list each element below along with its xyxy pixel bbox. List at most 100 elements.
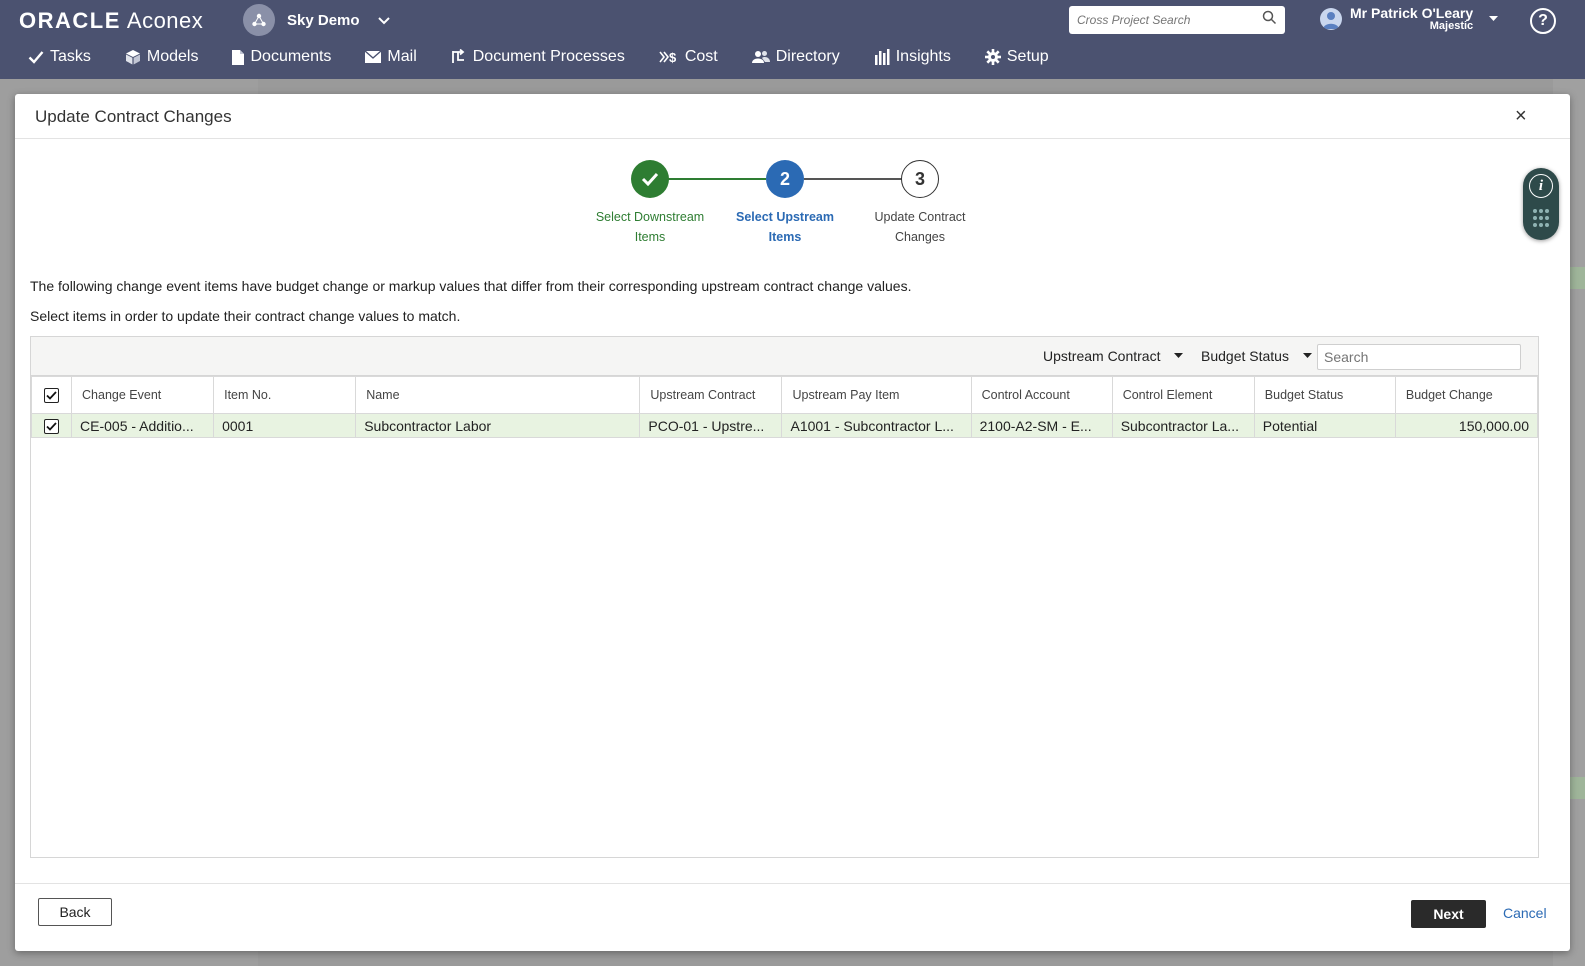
step-label-line: Items	[634, 230, 666, 244]
column-header-change-event[interactable]: Change Event	[71, 376, 215, 414]
oracle-aconex-logo[interactable]: ORACLE Aconex	[19, 8, 203, 34]
user-name-block: Mr Patrick O'Leary Majestic	[1350, 6, 1473, 32]
nav-models[interactable]: Models	[125, 48, 198, 66]
chevron-down-icon	[377, 12, 390, 28]
step-label: Select Downstream Items	[590, 207, 710, 247]
help-icon[interactable]: ?	[1530, 8, 1556, 34]
nav-directory[interactable]: Directory	[751, 48, 840, 66]
column-header-upstream-pay-item[interactable]: Upstream Pay Item	[781, 376, 972, 414]
step-label: Update Contract Changes	[860, 207, 980, 247]
project-icon	[243, 4, 275, 36]
cost-icon: $	[659, 50, 679, 64]
cell-control-element: Subcontractor La...	[1111, 413, 1255, 438]
nav-insights[interactable]: Insights	[874, 48, 951, 66]
step-update-contract-changes: 3 Update Contract Changes	[860, 160, 980, 247]
cross-project-search-input[interactable]	[1077, 13, 1253, 27]
filter-upstream-contract[interactable]: Upstream Contract	[1043, 348, 1184, 364]
cell-upstream-contract: PCO-01 - Upstre...	[639, 413, 783, 438]
column-header-item-no[interactable]: Item No.	[213, 376, 357, 414]
step-label-line: Select Upstream	[736, 210, 834, 224]
nav-label: Setup	[1006, 48, 1049, 65]
document-icon	[232, 49, 245, 65]
cell-control-account: 2100-A2-SM - E...	[970, 413, 1113, 438]
svg-text:$: $	[669, 50, 677, 64]
cell-change-event: CE-005 - Additio...	[71, 413, 215, 438]
workflow-icon	[451, 49, 467, 65]
step-select-upstream-items: 2 Select Upstream Items	[725, 160, 845, 247]
cell-name: Subcontractor Labor	[355, 413, 641, 438]
brand-aconex: Aconex	[126, 8, 204, 33]
nav-document-processes[interactable]: Document Processes	[451, 48, 625, 66]
nav-mail[interactable]: Mail	[365, 48, 417, 66]
column-header-control-account[interactable]: Control Account	[970, 376, 1113, 414]
update-contract-changes-dialog: Update Contract Changes × Select Downstr…	[15, 94, 1570, 951]
column-header-budget-change[interactable]: Budget Change	[1394, 376, 1539, 414]
wizard-stepper: Select Downstream Items 2 Select Upstrea…	[590, 160, 990, 250]
step-label-line: Update Contract	[874, 210, 966, 224]
check-icon	[28, 50, 44, 64]
filter-label: Budget Status	[1201, 348, 1289, 364]
nav-setup[interactable]: Setup	[984, 48, 1049, 66]
dialog-footer-divider	[15, 883, 1570, 884]
cell-budget-status: Potential	[1253, 413, 1396, 438]
caret-down-icon	[1302, 351, 1312, 362]
cell-item-no: 0001	[213, 413, 357, 438]
user-menu[interactable]: Mr Patrick O'Leary Majestic	[1320, 6, 1499, 32]
nav-tasks[interactable]: Tasks	[28, 48, 91, 66]
nav-label: Tasks	[50, 48, 91, 65]
column-header-upstream-contract[interactable]: Upstream Contract	[639, 376, 783, 414]
nav-documents[interactable]: Documents	[232, 48, 331, 66]
info-icon[interactable]: i	[1529, 174, 1553, 198]
dialog-description: The following change event items have bu…	[30, 278, 912, 294]
dialog-instruction: Select items in order to update their co…	[30, 308, 461, 324]
table-row[interactable]: CE-005 - Additio... 0001 Subcontractor L…	[30, 413, 1539, 438]
search-icon[interactable]	[1262, 10, 1277, 30]
step-label: Select Upstream Items	[725, 207, 845, 247]
brand-oracle: ORACLE	[19, 8, 121, 33]
nav-label: Directory	[775, 48, 840, 65]
row-select-cell	[30, 413, 73, 438]
next-button[interactable]: Next	[1411, 900, 1486, 928]
dialog-header: Update Contract Changes ×	[15, 94, 1570, 139]
avatar	[1320, 8, 1342, 31]
info-widget[interactable]: i	[1523, 168, 1559, 240]
nav-label: Cost	[684, 48, 718, 65]
gear-icon	[984, 49, 1001, 65]
row-checkbox[interactable]	[44, 418, 59, 434]
column-header-name[interactable]: Name	[355, 376, 641, 414]
step-number: 2	[766, 160, 804, 198]
nav-label: Document Processes	[472, 48, 625, 65]
people-icon	[751, 50, 770, 64]
items-table: Change Event Item No. Name Upstream Cont…	[30, 376, 1539, 438]
filter-budget-status[interactable]: Budget Status	[1201, 348, 1312, 364]
caret-down-icon	[1174, 351, 1184, 362]
column-header-budget-status[interactable]: Budget Status	[1253, 376, 1396, 414]
caret-down-icon	[1489, 13, 1499, 25]
items-grid: Upstream Contract Budget Status Cha	[30, 336, 1539, 858]
cell-upstream-pay-item: A1001 - Subcontractor L...	[781, 413, 972, 438]
step-select-downstream-items[interactable]: Select Downstream Items	[590, 160, 710, 247]
step-complete-check-icon	[631, 160, 669, 198]
step-label-line: Items	[768, 230, 802, 244]
user-organization: Majestic	[1429, 19, 1474, 32]
dialog-title: Update Contract Changes	[35, 107, 232, 126]
grid-search	[1317, 344, 1521, 370]
select-all-checkbox[interactable]	[44, 387, 59, 403]
cancel-link[interactable]: Cancel	[1503, 905, 1547, 921]
column-header-control-element[interactable]: Control Element	[1111, 376, 1255, 414]
back-button[interactable]: Back	[38, 898, 112, 926]
filter-label: Upstream Contract	[1043, 348, 1161, 364]
main-navigation: Tasks Models Documents Mail Document Pro…	[28, 44, 1083, 70]
user-name: Mr Patrick O'Leary	[1350, 5, 1474, 21]
close-icon[interactable]: ×	[1515, 106, 1527, 126]
cell-budget-change: 150,000.00	[1394, 413, 1539, 438]
step-number: 3	[901, 160, 939, 198]
project-switcher[interactable]: Sky Demo	[243, 4, 390, 36]
nav-cost[interactable]: $ Cost	[659, 48, 718, 66]
table-header-row: Change Event Item No. Name Upstream Cont…	[30, 376, 1539, 414]
grid-dots-icon[interactable]	[1532, 208, 1550, 237]
grid-search-input[interactable]	[1324, 346, 1514, 368]
cross-project-search	[1069, 6, 1285, 34]
step-label-line: Changes	[894, 230, 946, 244]
bar-chart-icon	[874, 49, 890, 65]
